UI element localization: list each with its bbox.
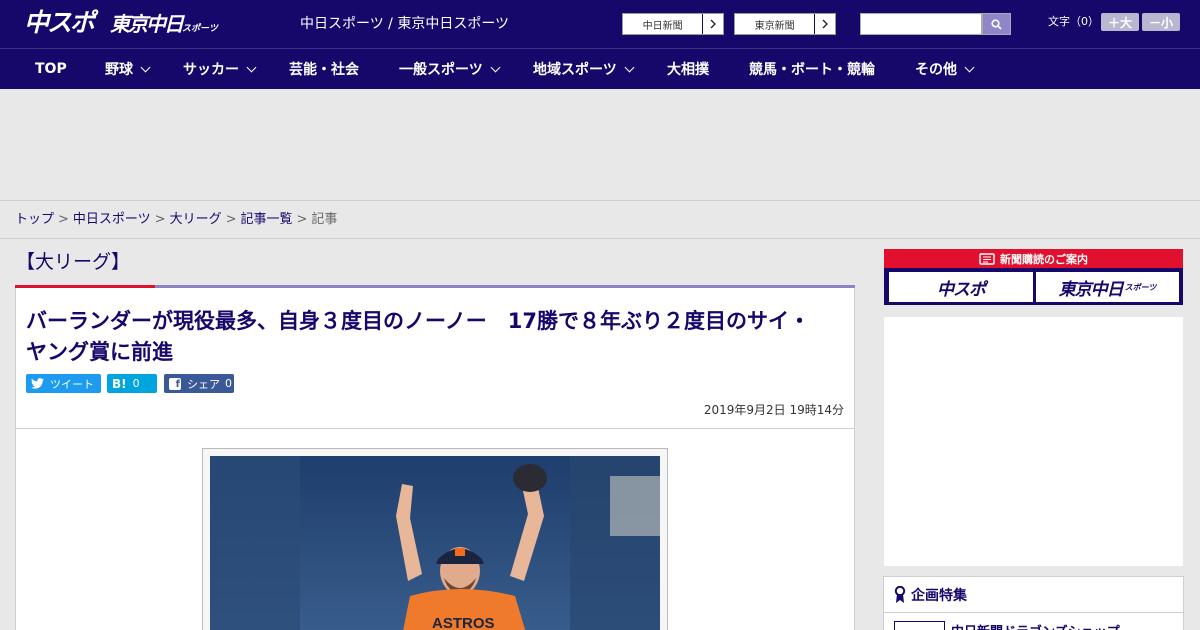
font-larger-button[interactable]: ＋大 [1101,13,1139,31]
breadcrumb-separator: > [225,212,237,227]
nav-item-label: 芸能・社会 [289,62,359,78]
promo-tile-label: 東京中日 [1058,279,1124,300]
nav-item-label: 地域スポーツ [533,62,617,78]
subscription-promo[interactable]: 新聞購読のご案内 中スポ 東京中日 スポーツ [884,249,1183,305]
nav-item-top[interactable]: TOP [35,49,67,89]
subscription-promo-title: 新聞購読のご案内 [884,249,1183,268]
article-photo-frame: ASTROS [202,448,668,630]
ribbon-icon [894,585,906,604]
sidebar-ad [884,317,1183,566]
nav-item-label: 一般スポーツ [399,62,483,78]
facebook-share-button[interactable]: f シェア 0 [164,374,234,393]
logo-sub-small-text: スポーツ [182,24,218,34]
search-button[interactable] [982,13,1011,35]
chevron-right-icon [702,14,723,34]
breadcrumb-current: 記事 [311,212,338,227]
breadcrumb-separator: > [296,212,308,227]
site-header: 中スポ 東京中日スポーツ 中日スポーツ / 東京中日スポーツ 中日新聞 東京新聞… [0,0,1200,48]
breadcrumb-link-article-list[interactable]: 記事一覧 [241,212,293,227]
breadcrumb: トップ > 中日スポーツ > 大リーグ > 記事一覧 > 記事 [0,200,1200,239]
link-label: 中日新聞 [642,20,683,32]
chunichi-shimbun-link[interactable]: 中日新聞 [622,13,724,35]
hatena-bookmark-button[interactable]: B! 0 [107,374,157,393]
article-divider [16,428,854,429]
article-body: バーランダーが現役最多、自身３度目のノーノー 17勝で８年ぶり２度目のサイ・ヤン… [15,288,855,630]
article-photo[interactable]: ASTROS [210,456,660,630]
feature-item-link[interactable]: 中日新聞ドラゴンズショップ [951,621,1120,630]
font-size-label: 文字（0） [1048,15,1099,28]
nav-item-label: その他 [915,62,957,78]
breadcrumb-link-chunichi-sports[interactable]: 中日スポーツ [73,212,151,227]
nav-item-label: 野球 [105,62,133,78]
chevron-down-icon [964,62,975,72]
promo-tile-small: スポーツ [1124,282,1157,292]
feature-section: 企画特集 中日新聞ドラゴンズショップ [883,576,1184,630]
top-ad-area [0,89,1200,200]
nav-item-regional-sports[interactable]: 地域スポーツ [533,49,635,89]
photo-jersey-text: ASTROS [432,615,495,630]
feature-item-thumbnail[interactable] [894,621,945,630]
search-icon [991,18,1002,30]
promo-tile-tokyo-chunichi[interactable]: 東京中日 スポーツ [1036,272,1179,302]
logo-sub-text: 東京中日 [110,12,184,36]
article-category: 【大リーグ】 [16,251,131,273]
main-nav: TOP 野球 サッカー 芸能・社会 一般スポーツ 地域スポーツ 大相撲 競馬・ボ… [0,48,1200,89]
twitter-icon [31,378,44,389]
chevron-down-icon [246,62,257,72]
nav-item-baseball[interactable]: 野球 [105,49,151,89]
chevron-down-icon [140,62,151,72]
tokyo-shimbun-link[interactable]: 東京新聞 [734,13,836,35]
site-title: 中日スポーツ / 東京中日スポーツ [300,16,510,32]
facebook-share-count: 0 [225,377,232,390]
breadcrumb-link-mlb[interactable]: 大リーグ [170,212,222,227]
article-headline: バーランダーが現役最多、自身３度目のノーノー 17勝で８年ぶり２度目のサイ・ヤン… [26,309,810,364]
promo-tile-chuspo[interactable]: 中スポ [889,272,1033,302]
hatena-bookmark-icon: B! [112,376,127,391]
chevron-down-icon [490,62,501,72]
promo-title-text: 新聞購読のご案内 [1000,252,1088,266]
tokyo-chunichi-sports-logo[interactable]: 東京中日スポーツ [110,10,218,43]
nav-item-racing[interactable]: 競馬・ボート・競輪 [749,49,875,89]
nav-item-label: 競馬・ボート・競輪 [749,62,875,78]
breadcrumb-link-top[interactable]: トップ [15,212,54,227]
hatena-count: 0 [132,377,140,390]
nav-item-label: サッカー [183,62,239,78]
feature-title: 企画特集 [911,587,967,604]
nav-item-other[interactable]: その他 [915,49,975,89]
breadcrumb-separator: > [58,212,69,227]
tweet-label: ツイート [50,377,94,391]
facebook-icon: f [169,377,181,390]
breadcrumb-separator: > [154,212,166,227]
chevron-down-icon [624,62,635,72]
nav-item-soccer[interactable]: サッカー [183,49,257,89]
facebook-share-label: シェア [187,377,220,391]
nav-item-label: 大相撲 [667,62,709,78]
photo-illustration: ASTROS [210,456,660,630]
nav-item-label: TOP [35,61,67,77]
nav-item-entertainment[interactable]: 芸能・社会 [289,49,359,89]
font-smaller-button[interactable]: －小 [1142,13,1180,31]
chunichi-sports-logo[interactable]: 中スポ [24,7,95,39]
link-label: 東京新聞 [754,20,795,32]
search-input[interactable] [860,13,982,35]
promo-tile-label: 中スポ [937,279,986,300]
publish-date: 2019年9月2日 19時14分 [703,403,844,417]
tweet-button[interactable]: ツイート [26,374,101,393]
feature-header: 企画特集 [884,577,1183,613]
chevron-right-icon [814,14,835,34]
newspaper-icon [979,252,995,265]
nav-item-sumo[interactable]: 大相撲 [667,49,709,89]
nav-item-general-sports[interactable]: 一般スポーツ [399,49,501,89]
